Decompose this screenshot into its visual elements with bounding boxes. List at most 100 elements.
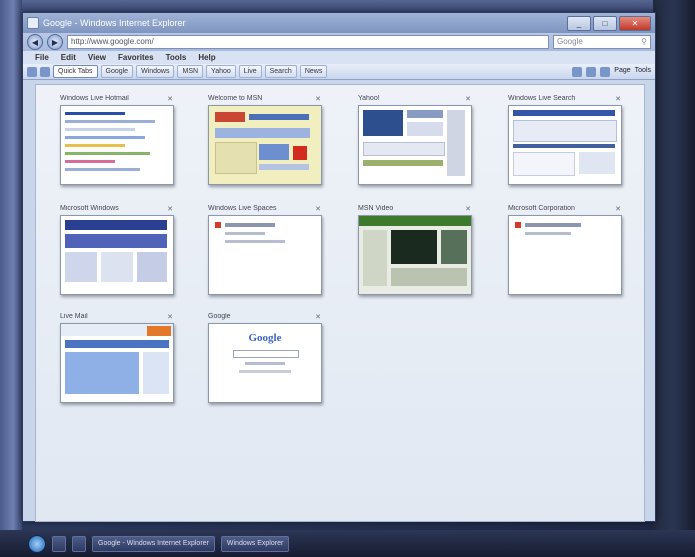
tile-title: Windows Live Search [508, 95, 576, 102]
page-thumbnail[interactable] [60, 323, 174, 403]
menu-file[interactable]: File [35, 53, 49, 62]
tile-close-icon[interactable]: ✕ [166, 313, 174, 321]
tile-close-icon[interactable]: ✕ [464, 205, 472, 213]
tab-4[interactable]: Yahoo [206, 65, 236, 78]
thumb-block [391, 230, 437, 264]
menu-favorites[interactable]: Favorites [118, 53, 154, 62]
thumb-block [245, 362, 285, 365]
thumb-block [525, 232, 571, 235]
back-button[interactable]: ◀ [27, 34, 43, 50]
thumb-block [293, 146, 307, 160]
quick-tab-tile[interactable]: MSN Video ✕ [358, 203, 472, 295]
quick-tab-tile[interactable]: Windows Live Search ✕ [508, 93, 622, 185]
favorites-star-icon[interactable] [27, 66, 37, 77]
menu-help[interactable]: Help [198, 53, 215, 62]
page-thumbnail[interactable] [358, 105, 472, 185]
command-bar: Page Tools [572, 66, 651, 77]
page-thumbnail[interactable] [358, 215, 472, 295]
minimize-button[interactable]: _ [567, 15, 591, 31]
tile-close-icon[interactable]: ✕ [166, 205, 174, 213]
tile-close-icon[interactable]: ✕ [464, 95, 472, 103]
quick-launch-icon[interactable] [72, 535, 86, 552]
close-button[interactable]: ✕ [619, 15, 651, 31]
tile-close-icon[interactable]: ✕ [614, 95, 622, 103]
tile-title: Windows Live Hotmail [60, 95, 129, 102]
quick-tab-tile[interactable]: Google ✕ Google [208, 311, 322, 403]
thumb-block [515, 222, 521, 228]
home-icon[interactable] [572, 66, 583, 77]
thumb-block [363, 160, 443, 166]
thumb-bar [65, 136, 145, 139]
menu-edit[interactable]: Edit [61, 53, 76, 62]
thumb-block [359, 216, 471, 226]
taskbar-item-browser[interactable]: Google - Windows Internet Explorer [92, 535, 215, 552]
quick-tabs-view: Windows Live Hotmail ✕ Welcome to MSN ✕ [35, 84, 645, 522]
tile-header: Microsoft Corporation ✕ [508, 203, 622, 214]
add-favorite-icon[interactable] [40, 66, 50, 77]
quick-tab-tile[interactable]: Welcome to MSN ✕ [208, 93, 322, 185]
page-thumbnail[interactable]: Google [208, 323, 322, 403]
page-thumbnail[interactable] [508, 215, 622, 295]
tile-close-icon[interactable]: ✕ [314, 205, 322, 213]
thumb-block [215, 128, 310, 138]
thumb-block [225, 240, 285, 243]
monitor-bezel-left [0, 0, 22, 557]
monitor-bezel-top [0, 0, 695, 12]
rss-feed-icon[interactable] [586, 66, 597, 77]
thumb-block [215, 222, 221, 228]
quick-tab-tile[interactable]: Live Mail ✕ [60, 311, 174, 403]
tile-close-icon[interactable]: ✕ [614, 205, 622, 213]
menu-view[interactable]: View [88, 53, 106, 62]
page-thumbnail[interactable] [508, 105, 622, 185]
thumb-bar [65, 128, 135, 131]
window-controls: _ □ ✕ [567, 15, 651, 31]
thumb-block [441, 230, 467, 264]
thumb-bar [65, 144, 125, 147]
tile-header: Windows Live Search ✕ [508, 93, 622, 104]
start-button[interactable] [28, 534, 46, 553]
tile-close-icon[interactable]: ✕ [166, 95, 174, 103]
page-thumbnail[interactable] [60, 105, 174, 185]
quick-launch-icon[interactable] [52, 535, 66, 552]
tab-7[interactable]: News [299, 65, 328, 78]
taskbar-item-explorer[interactable]: Windows Explorer [220, 535, 290, 552]
address-bar[interactable]: http://www.google.com/ [67, 35, 549, 49]
tools-menu[interactable]: Tools [635, 67, 651, 77]
quick-tab-tile[interactable]: Windows Live Hotmail ✕ [60, 93, 174, 185]
quick-tab-tile[interactable]: Microsoft Windows ✕ [60, 203, 174, 295]
maximize-button[interactable]: □ [593, 15, 617, 31]
search-icon[interactable]: ⚲ [641, 36, 647, 48]
page-thumbnail[interactable] [60, 215, 174, 295]
tab-quick-tabs[interactable]: Quick Tabs [53, 65, 98, 78]
tile-close-icon[interactable]: ✕ [314, 95, 322, 103]
tab-1[interactable]: Google [100, 65, 134, 78]
quick-tab-tile[interactable]: Yahoo! ✕ [358, 93, 472, 185]
thumb-bar [65, 168, 140, 171]
quick-tab-tile[interactable]: Microsoft Corporation ✕ [508, 203, 622, 295]
quick-tab-tile[interactable]: Windows Live Spaces ✕ [208, 203, 322, 295]
tab-2[interactable]: Windows [136, 65, 175, 78]
tab-6[interactable]: Search [264, 65, 297, 78]
thumb-block [513, 110, 615, 116]
page-thumbnail[interactable] [208, 105, 322, 185]
tab-5[interactable]: Live [238, 65, 262, 78]
thumb-block [513, 120, 617, 142]
menu-tools[interactable]: Tools [166, 53, 187, 62]
tile-title: MSN Video [358, 205, 394, 212]
thumb-block [447, 110, 465, 176]
page-thumbnail[interactable] [208, 215, 322, 295]
print-icon[interactable] [600, 66, 611, 77]
thumb-block [407, 110, 443, 118]
thumb-block [363, 110, 403, 136]
address-row: ◀ ▶ http://www.google.com/ Google ⚲ [23, 33, 655, 51]
search-input[interactable]: Google ⚲ [553, 35, 651, 49]
forward-button[interactable]: ▶ [47, 34, 63, 50]
tab-3[interactable]: MSN [177, 65, 204, 78]
thumb-block [65, 352, 139, 394]
page-menu[interactable]: Page [614, 67, 630, 77]
tile-close-icon[interactable]: ✕ [314, 313, 322, 321]
thumb-block [513, 152, 575, 176]
tile-title: Live Mail [60, 313, 88, 320]
tile-header: Yahoo! ✕ [358, 93, 472, 104]
tile-title: Welcome to MSN [208, 95, 263, 102]
